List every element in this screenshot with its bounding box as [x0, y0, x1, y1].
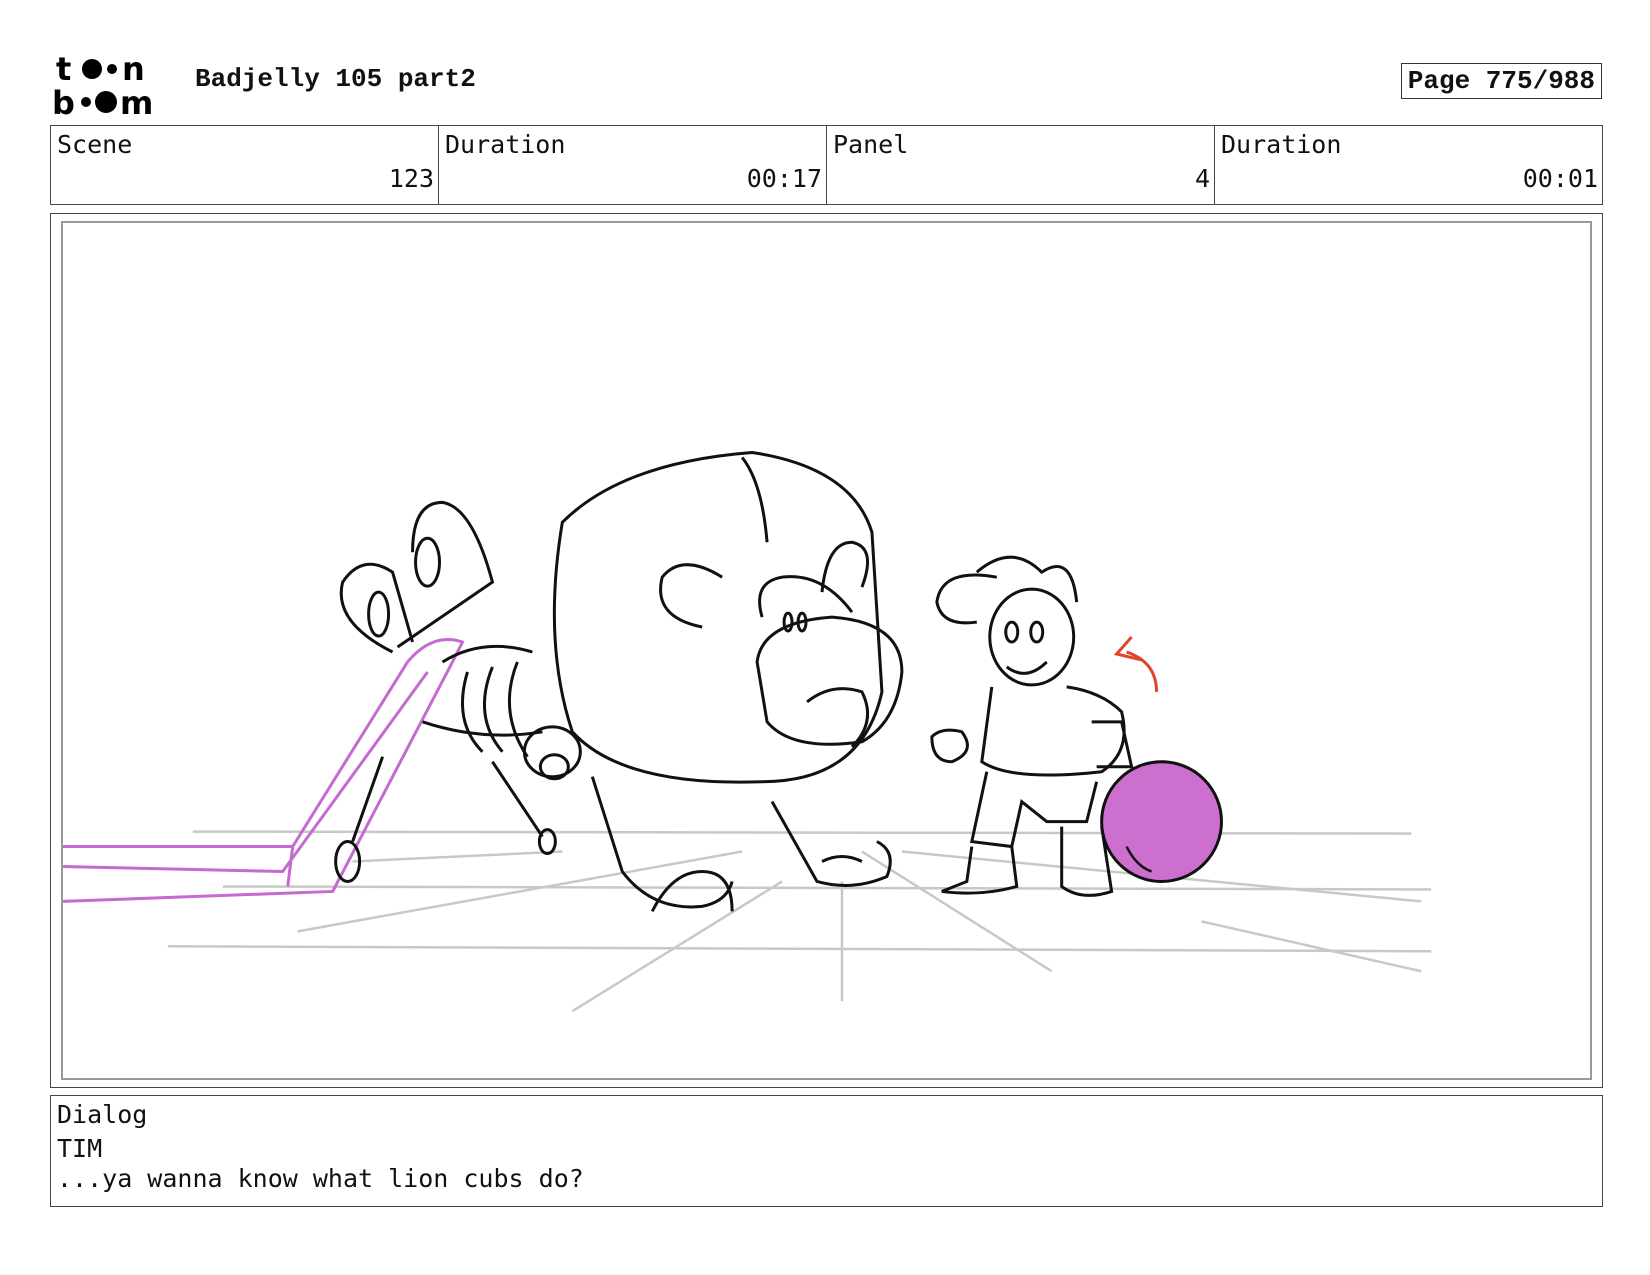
scene-info-row: Scene 123 Duration 00:17 Panel 4 Duratio…: [50, 125, 1603, 205]
pink-ball: [1100, 760, 1223, 883]
scene-value: 123: [388, 164, 434, 193]
toon-boom-logo: t n b m: [52, 50, 170, 122]
page-number: Page 775/988: [1400, 63, 1602, 99]
dialog-box: Dialog TIM ...ya wanna know what lion cu…: [50, 1095, 1603, 1207]
panel-value: 4: [1194, 164, 1210, 193]
panel-duration-label: Duration: [1221, 130, 1342, 159]
dialog-label: Dialog: [57, 1100, 148, 1129]
panel-cell: Panel 4: [827, 126, 1215, 204]
logo-letter-t: t: [56, 52, 71, 88]
dialog-line: ...ya wanna know what lion cubs do?: [57, 1164, 584, 1193]
floor-guide-lines: [167, 830, 1432, 1013]
scene-cell: Scene 123: [51, 126, 439, 204]
logo-letter-b: b: [52, 84, 75, 118]
sketch-canvas: [63, 450, 1432, 1013]
panel-duration-cell: Duration 00:01: [1215, 126, 1602, 204]
scene-duration-cell: Duration 00:17: [439, 126, 827, 204]
panel-label: Panel: [833, 130, 909, 159]
scene-duration-label: Duration: [445, 130, 566, 159]
dialog-speaker: TIM: [57, 1134, 103, 1163]
storyboard-drawing: [61, 221, 1592, 1080]
scene-duration-value: 00:17: [746, 164, 822, 193]
motion-arrow-icon: [1113, 636, 1159, 692]
panel-duration-value: 00:01: [1522, 164, 1598, 193]
logo-letter-n: n: [122, 52, 145, 88]
scene-label: Scene: [57, 130, 133, 159]
logo-letter-m: m: [120, 84, 153, 118]
pink-ribbon: [63, 638, 465, 903]
tim-character-sketch: [930, 555, 1134, 897]
storyboard-panel-frame: [50, 213, 1603, 1088]
document-title: Badjelly 105 part2: [195, 64, 476, 94]
